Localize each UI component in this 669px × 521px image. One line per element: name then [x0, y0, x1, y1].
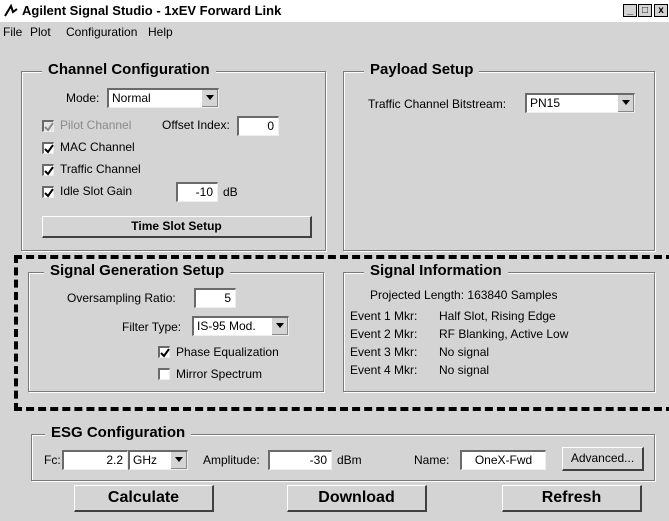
maximize-button[interactable]: □ — [638, 4, 652, 17]
chevron-down-icon — [276, 323, 284, 328]
channel-config-title: Channel Configuration — [42, 61, 216, 78]
mode-label: Mode: — [66, 91, 100, 105]
amplitude-label: Amplitude: — [203, 453, 260, 467]
filter-type-value: IS-95 Mod. — [197, 319, 256, 333]
filter-type-select[interactable]: IS-95 Mod. — [192, 316, 289, 336]
app-window: Agilent Signal Studio - 1xEV Forward Lin… — [0, 0, 669, 521]
time-slot-setup-button[interactable]: Time Slot Setup — [42, 216, 312, 238]
idle-slot-gain-checkbox[interactable] — [42, 186, 54, 198]
esg-configuration-title: ESG Configuration — [45, 424, 192, 441]
checkmark-icon — [44, 188, 54, 198]
oversampling-field[interactable]: 5 — [194, 288, 236, 308]
calculate-button[interactable]: Calculate — [74, 485, 214, 512]
event-3-label: Event 3 Mkr: — [350, 345, 418, 359]
checkmark-icon — [44, 122, 54, 132]
window-title: Agilent Signal Studio - 1xEV Forward Lin… — [22, 3, 282, 18]
phase-equalization-label: Phase Equalization — [176, 345, 279, 359]
mac-channel-label: MAC Channel — [60, 140, 135, 154]
projected-length-text: Projected Length: 163840 Samples — [370, 288, 558, 302]
traffic-channel-label: Traffic Channel — [60, 162, 141, 176]
filter-type-label: Filter Type: — [122, 320, 182, 334]
offset-index-label: Offset Index: — [162, 118, 230, 132]
pilot-channel-label: Pilot Channel — [60, 118, 132, 132]
phase-equalization-checkbox[interactable] — [158, 346, 170, 358]
payload-setup-title: Payload Setup — [364, 61, 480, 78]
bitstream-dropdown-arrow[interactable] — [617, 95, 634, 112]
mac-channel-checkbox[interactable] — [42, 142, 54, 154]
download-button[interactable]: Download — [287, 485, 427, 512]
close-icon: x — [658, 5, 664, 16]
menu-configuration[interactable]: Configuration — [66, 25, 137, 39]
event-2-value: RF Blanking, Active Low — [439, 327, 569, 341]
mode-select[interactable]: Normal — [107, 88, 219, 108]
bitstream-value: PN15 — [530, 96, 561, 110]
signal-information-title: Signal Information — [364, 262, 508, 279]
close-button[interactable]: x — [654, 4, 668, 17]
mode-value: Normal — [112, 91, 151, 105]
mirror-spectrum-label: Mirror Spectrum — [176, 367, 263, 381]
traffic-channel-checkbox[interactable] — [42, 164, 54, 176]
idle-slot-gain-label: Idle Slot Gain — [60, 184, 133, 198]
advanced-button[interactable]: Advanced... — [562, 447, 644, 471]
mode-dropdown-arrow[interactable] — [201, 90, 218, 107]
menu-bar: File Plot Configuration Help — [0, 22, 669, 42]
fc-unit-select[interactable]: GHz — [128, 450, 188, 470]
oversampling-label: Oversampling Ratio: — [67, 291, 176, 305]
menu-plot[interactable]: Plot — [30, 25, 51, 39]
mirror-spectrum-checkbox[interactable] — [158, 368, 170, 380]
maximize-icon: □ — [641, 5, 649, 16]
signal-generation-title: Signal Generation Setup — [44, 262, 231, 279]
refresh-button[interactable]: Refresh — [502, 485, 642, 512]
event-3-value: No signal — [439, 345, 490, 359]
fc-unit-value: GHz — [133, 453, 157, 467]
chevron-down-icon — [206, 95, 214, 100]
menu-help[interactable]: Help — [148, 25, 173, 39]
title-bar: Agilent Signal Studio - 1xEV Forward Lin… — [0, 0, 669, 23]
name-field[interactable]: OneX-Fwd — [460, 450, 546, 470]
event-1-value: Half Slot, Rising Edge — [439, 309, 556, 323]
amplitude-field[interactable]: -30 — [268, 450, 332, 470]
event-2-label: Event 2 Mkr: — [350, 327, 418, 341]
event-4-label: Event 4 Mkr: — [350, 363, 418, 377]
pilot-channel-checkbox — [42, 120, 54, 132]
fc-unit-dropdown-arrow[interactable] — [170, 452, 187, 469]
fc-field[interactable]: 2.2 — [62, 450, 128, 470]
name-label: Name: — [414, 453, 450, 467]
checkmark-icon — [44, 144, 54, 154]
amplitude-unit: dBm — [337, 453, 362, 467]
minimize-button[interactable]: _ — [623, 4, 637, 17]
idle-slot-gain-unit: dB — [223, 185, 238, 199]
chevron-down-icon — [175, 457, 183, 462]
checkmark-icon — [44, 166, 54, 176]
filter-type-dropdown-arrow[interactable] — [271, 318, 288, 335]
idle-slot-gain-field[interactable]: -10 — [176, 182, 218, 202]
fc-label: Fc: — [44, 453, 61, 467]
offset-index-field[interactable]: 0 — [237, 116, 279, 136]
app-logo-icon — [4, 3, 18, 18]
minimize-icon: _ — [627, 5, 633, 16]
checkmark-icon — [160, 348, 170, 358]
chevron-down-icon — [622, 100, 630, 105]
menu-file[interactable]: File — [3, 25, 22, 39]
event-1-label: Event 1 Mkr: — [350, 309, 418, 323]
bitstream-label: Traffic Channel Bitstream: — [368, 97, 507, 111]
event-4-value: No signal — [439, 363, 490, 377]
bitstream-select[interactable]: PN15 — [525, 93, 635, 113]
